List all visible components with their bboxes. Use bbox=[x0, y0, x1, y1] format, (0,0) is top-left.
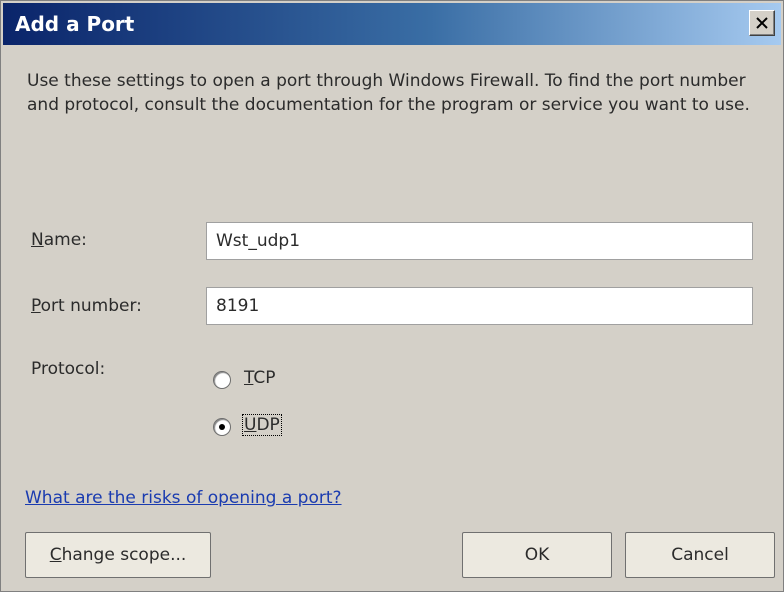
port-risks-help-link[interactable]: What are the risks of opening a port? bbox=[25, 488, 342, 508]
port-number-field[interactable] bbox=[206, 287, 753, 325]
close-button[interactable] bbox=[749, 10, 775, 36]
dialog-description: Use these settings to open a port throug… bbox=[27, 71, 750, 115]
change-scope-button[interactable]: Change scope... bbox=[25, 532, 211, 578]
name-field[interactable] bbox=[206, 222, 753, 260]
port-number-label: Port number: bbox=[31, 296, 142, 316]
close-icon bbox=[756, 17, 768, 29]
cancel-button[interactable]: Cancel bbox=[625, 532, 775, 578]
tcp-radio-button[interactable] bbox=[213, 371, 231, 389]
protocol-label: Protocol: bbox=[31, 359, 106, 379]
ok-button[interactable]: OK bbox=[462, 532, 612, 578]
udp-radio-button[interactable] bbox=[213, 418, 231, 436]
name-label: Name: bbox=[31, 230, 87, 250]
add-port-dialog: Add a Port Use these settings to open a … bbox=[0, 0, 784, 592]
radio-selected-dot bbox=[219, 424, 225, 430]
tcp-radio-label[interactable]: TCP bbox=[243, 368, 277, 388]
dialog-title: Add a Port bbox=[15, 12, 135, 36]
title-bar[interactable]: Add a Port bbox=[3, 3, 781, 45]
udp-radio-label[interactable]: UDP bbox=[242, 414, 282, 436]
